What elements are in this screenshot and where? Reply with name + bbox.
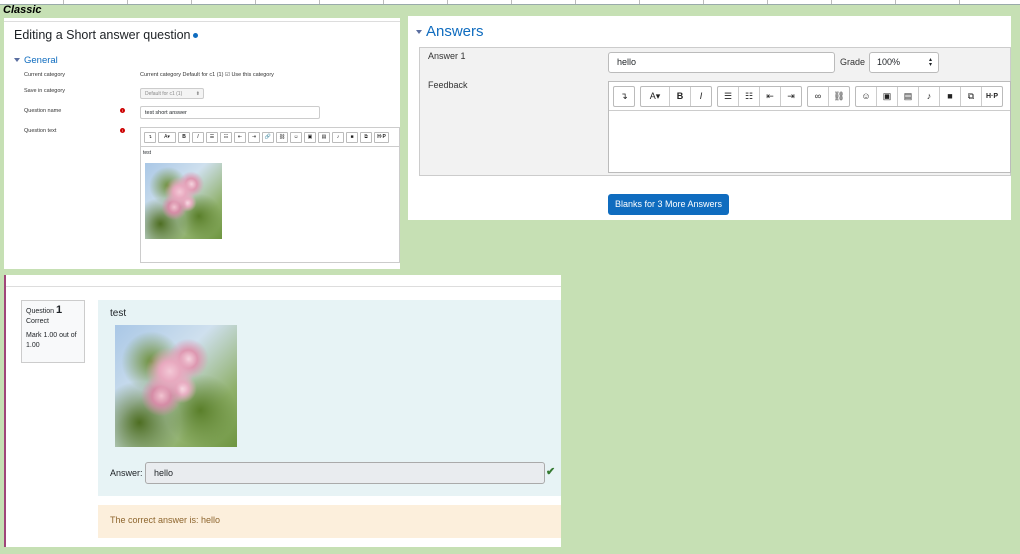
- outdent-icon[interactable]: ⇤: [234, 131, 246, 143]
- required-icon: !: [120, 108, 125, 113]
- feedback-label: Feedback: [428, 80, 468, 90]
- record-video-icon[interactable]: ■: [940, 86, 961, 106]
- bold-icon[interactable]: B: [670, 86, 691, 106]
- outdent-icon[interactable]: ⇤: [760, 86, 781, 106]
- record-audio-icon[interactable]: ♪: [919, 86, 940, 106]
- indent-icon[interactable]: ⇥: [781, 87, 801, 106]
- grade-select[interactable]: 100% ▴ ▾: [869, 52, 939, 73]
- font-color-icon[interactable]: A▾: [158, 131, 176, 143]
- correct-check-icon: ✔: [546, 466, 556, 478]
- flower-image: [115, 325, 237, 447]
- question-text-content: test: [143, 150, 152, 156]
- answer-1-label: Answer 1: [428, 51, 466, 61]
- chevron-down-icon: [416, 30, 422, 35]
- media-icon[interactable]: ▤: [898, 86, 919, 106]
- question-text-label: Question text: [24, 128, 57, 134]
- record-video-icon[interactable]: ■: [346, 131, 358, 143]
- answers-panel: Answers Answer 1 hello Grade 100% ▴ ▾ Feed…: [408, 16, 1011, 220]
- image-icon[interactable]: ▣: [877, 86, 898, 106]
- bullet-list-icon[interactable]: ☰: [718, 86, 739, 106]
- answer-label: Answer:: [110, 468, 143, 478]
- section-general-toggle[interactable]: General: [14, 55, 58, 66]
- answer-input[interactable]: hello: [145, 462, 545, 484]
- classic-tag: Classic: [3, 4, 42, 16]
- page-title: Editing a Short answer question: [14, 28, 198, 42]
- blanks-more-answers-button[interactable]: Blanks for 3 More Answers: [608, 194, 729, 215]
- grade-label: Grade: [840, 57, 866, 67]
- question-info-box: Question 1 Correct Mark 1.00 out of 1.00: [21, 300, 85, 363]
- current-category-value[interactable]: Current category Default for c1 (1) ☑ Us…: [140, 72, 274, 78]
- question-label: Question: [26, 308, 55, 315]
- question-preview-panel: Question 1 Correct Mark 1.00 out of 1.00…: [4, 275, 561, 547]
- record-audio-icon[interactable]: ♪: [332, 131, 344, 143]
- image-icon[interactable]: ▣: [304, 131, 316, 143]
- bold-icon[interactable]: B: [178, 131, 190, 143]
- manage-files-icon[interactable]: ⧉: [961, 86, 982, 106]
- paragraph-icon[interactable]: ↴: [614, 87, 634, 106]
- numbered-list-icon[interactable]: ☷: [220, 131, 232, 143]
- answer-1-input[interactable]: hello: [608, 52, 835, 73]
- italic-icon[interactable]: I: [192, 131, 204, 143]
- question-editor-panel: Editing a Short answer question General …: [4, 18, 400, 269]
- feedback-editor[interactable]: ↴ A▾ B I ☰ ☷ ⇤ ⇥ ∞ ⛓ ☺ ▣ ▤ ♪ ■ ⧉ H·P: [608, 81, 1011, 173]
- unlink-icon[interactable]: ⛓: [276, 131, 288, 143]
- link-icon[interactable]: ∞: [808, 86, 829, 106]
- unlink-icon[interactable]: ⛓: [829, 87, 849, 106]
- select-arrows-icon: ▴ ▾: [928, 57, 932, 68]
- save-in-category-select: Default for c1 (1) ⬍: [140, 88, 204, 99]
- question-name-input[interactable]: test short answer: [140, 106, 320, 119]
- required-icon: !: [120, 128, 125, 133]
- italic-icon[interactable]: I: [691, 87, 711, 106]
- question-name-label: Question name: [24, 108, 62, 114]
- numbered-list-icon[interactable]: ☷: [739, 86, 760, 106]
- manage-files-icon[interactable]: ⧉: [360, 131, 372, 143]
- emoji-icon[interactable]: ☺: [856, 86, 877, 106]
- save-in-category-label: Save in category: [24, 88, 65, 94]
- question-content-box: test Answer: hello ✔: [98, 300, 561, 496]
- correct-answer-feedback: The correct answer is: hello: [98, 505, 561, 538]
- flower-image: [145, 163, 222, 239]
- question-text-editor[interactable]: ↴ A▾ B I ☰ ☷ ⇤ ⇥ 🔗 ⛓ ☺ ▣ ▤ ♪ ■ ⧉ H·P tes…: [140, 127, 400, 263]
- editor-toolbar: ↴ A▾ B I ☰ ☷ ⇤ ⇥ 🔗 ⛓ ☺ ▣ ▤ ♪ ■ ⧉ H·P: [141, 128, 399, 147]
- h5p-icon[interactable]: H·P: [982, 87, 1002, 106]
- question-state: Correct: [26, 318, 49, 325]
- question-number: 1: [55, 304, 63, 316]
- bullet-list-icon[interactable]: ☰: [206, 131, 218, 143]
- font-color-icon[interactable]: A▾: [641, 86, 670, 106]
- current-category-label: Current category: [24, 72, 65, 78]
- answers-section-toggle[interactable]: Answers: [416, 23, 484, 40]
- media-icon[interactable]: ▤: [318, 131, 330, 143]
- help-icon[interactable]: [192, 33, 198, 39]
- link-icon[interactable]: 🔗: [262, 131, 274, 143]
- emoji-icon[interactable]: ☺: [290, 131, 302, 143]
- chevron-down-icon: [14, 58, 20, 63]
- h5p-icon[interactable]: H·P: [374, 131, 389, 143]
- paragraph-icon[interactable]: ↴: [144, 131, 156, 143]
- spreadsheet-ruler: [0, 0, 1020, 5]
- question-mark: Mark 1.00 out of 1.00: [26, 332, 77, 349]
- indent-icon[interactable]: ⇥: [248, 131, 260, 143]
- question-text: test: [110, 308, 127, 319]
- editor-toolbar: ↴ A▾ B I ☰ ☷ ⇤ ⇥ ∞ ⛓ ☺ ▣ ▤ ♪ ■ ⧉ H·P: [609, 82, 1010, 111]
